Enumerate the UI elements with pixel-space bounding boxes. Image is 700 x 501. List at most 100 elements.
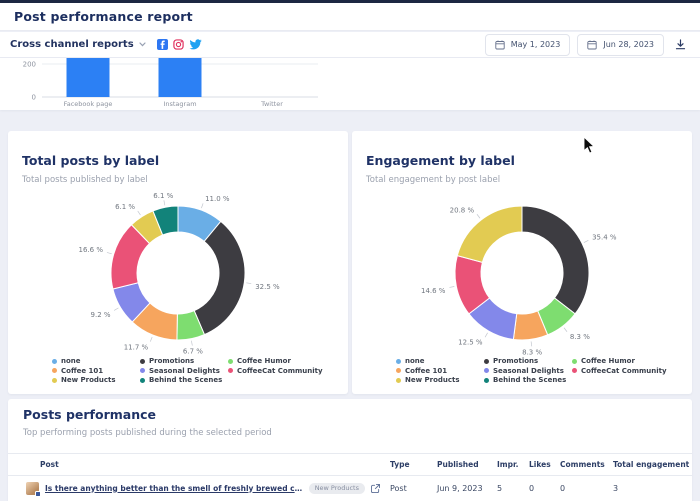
legend-item-promotions[interactable]: Promotions xyxy=(140,357,228,365)
table-row: Is there anything better than the smell … xyxy=(8,476,692,500)
legend-label: Promotions xyxy=(493,357,538,365)
bar-Instagram[interactable] xyxy=(159,58,202,97)
donut-slice-pct-label: 32.5 % xyxy=(255,283,280,291)
chart-title: Total posts by label xyxy=(22,153,159,168)
legend-item-coffee-humor[interactable]: Coffee Humor xyxy=(572,357,686,365)
legend-label: none xyxy=(61,357,81,365)
column-header-post: Post xyxy=(40,460,390,469)
legend-dot xyxy=(484,368,489,373)
donut-slice-pct-label: 35.4 % xyxy=(592,233,617,241)
y-tick: 0 xyxy=(32,94,36,102)
twitter-icon[interactable] xyxy=(189,39,202,50)
legend-label: New Products xyxy=(405,376,460,384)
date-to-value: Jun 28, 2023 xyxy=(603,40,654,49)
legend-dot xyxy=(140,378,145,383)
post-link[interactable]: Is there anything better than the smell … xyxy=(45,484,303,493)
legend-label: New Products xyxy=(61,376,116,384)
donut-slice-New Products[interactable] xyxy=(457,206,522,262)
report-selector-dropdown[interactable]: Cross channel reports xyxy=(10,39,146,50)
column-header-type: Type xyxy=(390,460,437,469)
post-cell: Is there anything better than the smell … xyxy=(26,482,390,495)
column-header-impr-: Impr. xyxy=(497,460,529,469)
legend-label: Coffee 101 xyxy=(61,367,103,375)
legend-dot xyxy=(140,368,145,373)
calendar-icon xyxy=(495,40,505,50)
legend-item-coffee-101[interactable]: Coffee 101 xyxy=(52,367,140,375)
legend-label: CoffeeCat Community xyxy=(237,367,323,375)
legend-label: Coffee Humor xyxy=(237,357,291,365)
network-mini-icon xyxy=(35,491,41,497)
donut-slice-pct-label: 14.6 % xyxy=(421,287,446,295)
donut-slice-pct-label: 11.0 % xyxy=(205,195,230,203)
donut-slice-pct-label: 6.1 % xyxy=(115,203,135,211)
y-tick: 200 xyxy=(23,61,36,69)
posts-performance-card: Posts performance Top performing posts p… xyxy=(8,399,692,501)
donut-slice-pct-label: 8.3 % xyxy=(570,333,590,341)
legend-label: none xyxy=(405,357,425,365)
legend-dot xyxy=(52,378,57,383)
posts-table-head: PostTypePublishedImpr.LikesCommentsTotal… xyxy=(8,453,692,476)
legend-item-seasonal-delights[interactable]: Seasonal Delights xyxy=(484,367,572,375)
legend-label: Coffee 101 xyxy=(405,367,447,375)
instagram-icon[interactable] xyxy=(173,39,184,50)
posts-by-network-chart-card: 2000Facebook pageInstagramTwitter xyxy=(0,58,700,110)
legend-item-promotions[interactable]: Promotions xyxy=(484,357,572,365)
column-header-comments: Comments xyxy=(560,460,613,469)
section-subtitle: Top performing posts published during th… xyxy=(23,428,272,438)
legend-dot xyxy=(484,359,489,364)
legend-dot xyxy=(52,368,57,373)
cell-total-engagement: 3 xyxy=(613,484,692,493)
chart-title: Engagement by label xyxy=(366,153,515,168)
date-to-input[interactable]: Jun 28, 2023 xyxy=(577,34,664,56)
page-title: Post performance report xyxy=(14,9,193,24)
legend-dot xyxy=(228,359,233,364)
date-from-input[interactable]: May 1, 2023 xyxy=(485,34,571,56)
legend-item-seasonal-delights[interactable]: Seasonal Delights xyxy=(140,367,228,375)
column-header-total-engagement: Total engagement xyxy=(613,460,692,469)
engagement-donut-chart: 35.4 %8.3 %8.3 %12.5 %14.6 %20.8 % xyxy=(352,181,692,371)
donut-slice-pct-label: 16.6 % xyxy=(79,246,104,254)
legend-item-behind-the-scenes[interactable]: Behind the Scenes xyxy=(140,376,228,384)
cell-published: Jun 9, 2023 xyxy=(437,484,497,493)
legend-item-behind-the-scenes[interactable]: Behind the Scenes xyxy=(484,376,572,384)
legend-item-coffeecat-community[interactable]: CoffeeCat Community xyxy=(572,367,686,375)
bar-x-label: Instagram xyxy=(163,100,196,108)
total-posts-donut-chart: 11.0 %32.5 %6.7 %11.7 %9.2 %16.6 %6.1 %6… xyxy=(8,181,348,371)
donut-slice-Promotions[interactable] xyxy=(522,206,589,314)
donut-slice-pct-label: 12.5 % xyxy=(458,339,483,347)
legend-dot xyxy=(484,378,489,383)
legend-dot xyxy=(396,378,401,383)
chart-legend: none Coffee 101New Products Promotions Seas… xyxy=(396,357,686,384)
download-button[interactable] xyxy=(671,39,690,50)
legend-item-new-products[interactable]: New Products xyxy=(52,376,140,384)
posts-table-body: Is there anything better than the smell … xyxy=(8,476,692,500)
legend-dot xyxy=(572,368,577,373)
donut-slice-pct-label: 6.1 % xyxy=(153,192,173,200)
page-header: Post performance report xyxy=(0,3,700,31)
legend-dot xyxy=(52,359,57,364)
legend-dot xyxy=(572,359,577,364)
legend-label: Behind the Scenes xyxy=(493,376,566,384)
cell-likes: 0 xyxy=(529,484,560,493)
bar-x-label: Facebook page xyxy=(64,100,113,108)
bar-Facebook page[interactable] xyxy=(67,58,110,97)
legend-dot xyxy=(396,368,401,373)
app-root: Post performance report Cross channel re… xyxy=(0,0,700,501)
external-link-icon[interactable] xyxy=(371,484,380,493)
facebook-icon[interactable] xyxy=(157,39,168,50)
legend-item-coffee-humor[interactable]: Coffee Humor xyxy=(228,357,342,365)
legend-item-new-products[interactable]: New Products xyxy=(396,376,484,384)
legend-label: Coffee Humor xyxy=(581,357,635,365)
legend-item-coffee-101[interactable]: Coffee 101 xyxy=(396,367,484,375)
legend-item-coffeecat-community[interactable]: CoffeeCat Community xyxy=(228,367,342,375)
legend-item-none[interactable]: none xyxy=(396,357,484,365)
total-posts-by-label-card: Total posts by label Total posts publish… xyxy=(8,131,348,394)
date-from-value: May 1, 2023 xyxy=(511,40,561,49)
legend-label: Seasonal Delights xyxy=(149,367,220,375)
legend-item-none[interactable]: none xyxy=(52,357,140,365)
report-selector-label: Cross channel reports xyxy=(10,39,134,50)
donut-slice-pct-label: 11.7 % xyxy=(124,343,149,351)
column-header-likes: Likes xyxy=(529,460,560,469)
donut-slice-pct-label: 9.2 % xyxy=(91,311,111,319)
legend-dot xyxy=(396,359,401,364)
